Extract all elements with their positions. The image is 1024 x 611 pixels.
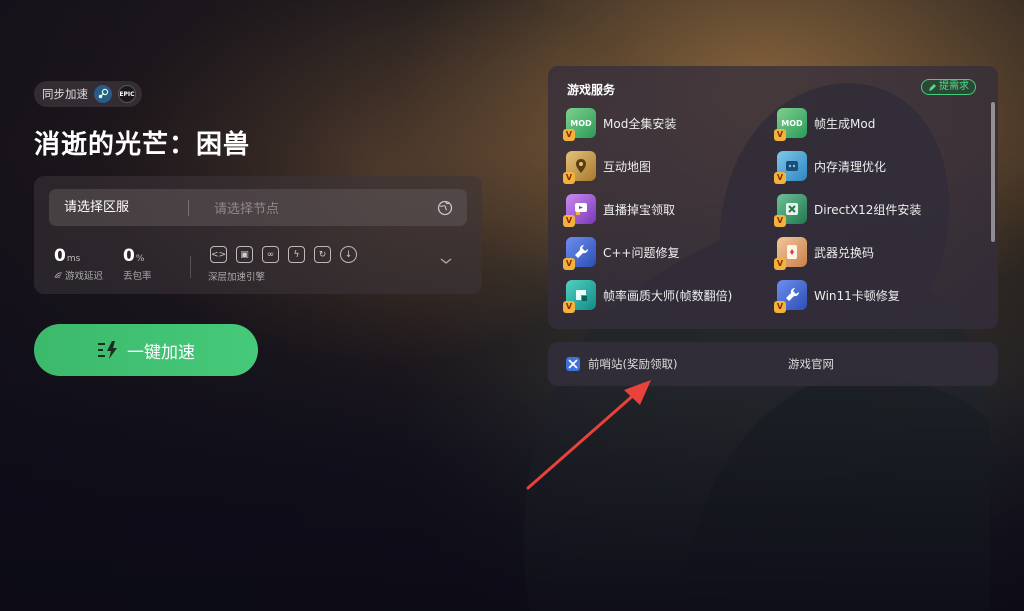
services-grid: MOD V Mod全集安装 MOD V 帧生成Mod V 互动地图 V 内存清理优化… [563, 108, 976, 313]
game-services-panel: 游戏服务 提需求 MOD V Mod全集安装 MOD V 帧生成Mod V 互动地图… [548, 66, 998, 329]
service-label: Win11卡顿修复 [814, 288, 900, 303]
packet-loss-label: 丢包率 [123, 271, 152, 282]
service-label: 帧生成Mod [814, 116, 876, 131]
outpost-label: 前哨站(奖励领取) [588, 357, 678, 371]
region-node-selector[interactable]: 请选择区服 请选择节点 [49, 189, 467, 226]
dx-icon: V [774, 194, 807, 227]
service-weapon-codes[interactable]: V 武器兑换码 [774, 237, 976, 270]
region-select[interactable]: 请选择区服 [49, 199, 189, 216]
refresh-icon[interactable]: ↻ [314, 246, 331, 263]
background-fade [0, 371, 1024, 611]
service-label: 互动地图 [603, 159, 652, 174]
game-title: 消逝的光芒：困兽 [34, 130, 251, 160]
bolt-icon[interactable]: ϟ [288, 246, 305, 263]
service-label: Mod全集安装 [603, 116, 677, 131]
service-label: 武器兑换码 [814, 245, 875, 260]
globe-icon[interactable] [437, 200, 453, 216]
packet-loss-stat: 0% 丢包率 [123, 246, 152, 282]
boost-label: 一键加速 [127, 342, 195, 363]
service-label: C++问题修复 [603, 245, 680, 260]
service-label: DirectX12组件安装 [814, 202, 922, 217]
service-mod-install[interactable]: MOD V Mod全集安装 [563, 108, 777, 141]
node-select[interactable]: 请选择节点 [189, 198, 437, 217]
link-icon[interactable]: <> [210, 246, 227, 263]
wrench-icon: V [774, 280, 807, 313]
pencil-icon [929, 83, 936, 91]
steam-icon [94, 85, 112, 103]
chevron-down-icon[interactable] [439, 256, 453, 266]
signal-icon [54, 272, 63, 279]
wrench-icon: V [563, 237, 596, 270]
request-label: 提需求 [939, 81, 969, 92]
outpost-reward-link[interactable]: 前哨站(奖励领取) [566, 356, 677, 372]
gift-icon: V [563, 194, 596, 227]
network-stats: 0ms 游戏延迟 0% 丢包率 [54, 246, 172, 282]
service-win11-lag-fix[interactable]: V Win11卡顿修复 [774, 280, 976, 313]
engine-features: <> ▣ ∞ ϟ ↻ ↓ [210, 246, 357, 263]
epic-games-icon: EPIC [118, 85, 136, 103]
latency-stat: 0ms 游戏延迟 [54, 246, 103, 282]
service-stream-drops[interactable]: V 直播掉宝领取 [563, 194, 777, 227]
latency-value: 0 [54, 246, 66, 266]
services-title: 游戏服务 [567, 83, 616, 97]
chain-icon[interactable]: ∞ [262, 246, 279, 263]
service-label: 帧率画质大师(帧数翻倍) [603, 288, 733, 303]
service-label: 直播掉宝领取 [603, 202, 676, 217]
ticket-icon: V [774, 237, 807, 270]
engine-label: 深层加速引擎 [208, 272, 266, 283]
sync-label: 同步加速 [42, 87, 88, 101]
links-bar: 前哨站(奖励领取) 游戏官网 [548, 342, 998, 386]
download-icon[interactable]: ↓ [340, 246, 357, 263]
map-icon: V [563, 151, 596, 184]
service-frame-gen-mod[interactable]: MOD V 帧生成Mod [774, 108, 976, 141]
services-scrollbar[interactable] [991, 102, 995, 242]
latency-label: 游戏延迟 [65, 271, 104, 282]
mod-icon: MOD V [774, 108, 807, 141]
service-label: 内存清理优化 [814, 159, 887, 174]
sync-accel-badge[interactable]: 同步加速 EPIC [34, 81, 142, 107]
service-interactive-map[interactable]: V 互动地图 [563, 151, 777, 184]
one-click-boost-button[interactable]: 一键加速 [34, 324, 258, 376]
stats-divider [190, 256, 191, 278]
chip-icon: V [774, 151, 807, 184]
packet-loss-value: 0 [123, 246, 135, 266]
service-directx12-install[interactable]: V DirectX12组件安装 [774, 194, 976, 227]
official-site-link[interactable]: 游戏官网 [788, 356, 834, 372]
frame-icon: V [563, 280, 596, 313]
boost-icon [98, 341, 117, 359]
packet-loss-unit: % [135, 254, 145, 264]
mod-icon: MOD V [563, 108, 596, 141]
service-memory-cleanup[interactable]: V 内存清理优化 [774, 151, 976, 184]
image-icon[interactable]: ▣ [236, 246, 253, 263]
outpost-icon [566, 357, 580, 371]
request-feature-button[interactable]: 提需求 [921, 79, 976, 95]
acceleration-panel: 请选择区服 请选择节点 0ms 游戏延迟 0% 丢包率 <> ▣ ∞ ϟ ↻ ↓… [34, 176, 482, 294]
latency-unit: ms [66, 254, 81, 264]
service-frame-quality-master[interactable]: V 帧率画质大师(帧数翻倍) [563, 280, 777, 313]
service-cpp-repair[interactable]: V C++问题修复 [563, 237, 777, 270]
